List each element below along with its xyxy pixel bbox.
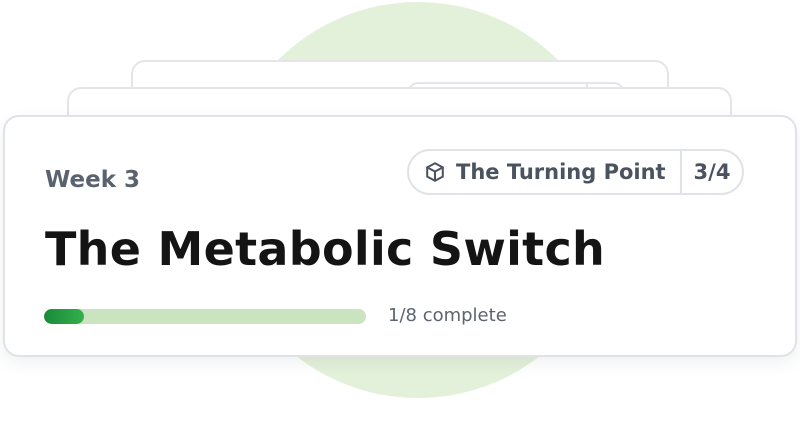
cube-icon <box>422 159 448 185</box>
progress-label: 1/8 complete <box>388 305 507 326</box>
progress-bar-fill <box>44 309 85 324</box>
lesson-card[interactable]: Week 3 The Turning Point 3/4 The Metabol… <box>3 115 797 357</box>
chapter-count: 3/4 <box>693 160 731 184</box>
week-label: Week 3 <box>45 167 141 193</box>
lesson-title: The Metabolic Switch <box>45 222 606 276</box>
chapter-badge: The Turning Point 3/4 <box>407 149 744 195</box>
chapter-name: The Turning Point <box>456 160 666 184</box>
progress-bar <box>44 309 366 324</box>
